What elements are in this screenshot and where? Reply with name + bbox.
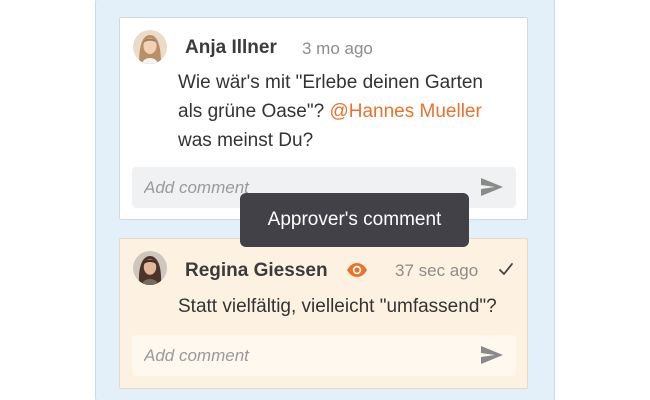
eye-icon[interactable] <box>346 262 368 278</box>
avatar[interactable] <box>133 251 167 285</box>
reply-box <box>132 335 516 376</box>
comment-text: was meinst Du? <box>178 130 314 151</box>
avatar[interactable] <box>133 30 167 64</box>
tooltip-text: Approver's comment <box>267 209 442 230</box>
comment-author: Regina Giessen <box>185 260 328 281</box>
add-comment-input[interactable] <box>132 335 472 376</box>
comment-timestamp: 37 sec ago <box>395 261 479 280</box>
approver-tooltip: Approver's comment <box>240 193 469 247</box>
approver-comment-card: Regina Giessen 37 sec ago Statt vielfält… <box>119 238 528 389</box>
check-icon[interactable] <box>498 260 514 278</box>
send-icon[interactable] <box>480 177 504 197</box>
mention-link[interactable]: @Hannes Mueller <box>329 101 481 122</box>
comment-card: Anja Illner 3 mo ago Wie wär's mit "Erle… <box>119 17 528 220</box>
comment-body: Wie wär's mit "Erlebe deinen Garten als … <box>178 68 509 155</box>
comment-author: Anja Illner <box>185 37 277 58</box>
send-icon[interactable] <box>480 345 504 365</box>
comment-body: Statt vielfältig, vielleicht "umfassend"… <box>178 296 497 317</box>
comment-timestamp: 3 mo ago <box>302 39 373 58</box>
